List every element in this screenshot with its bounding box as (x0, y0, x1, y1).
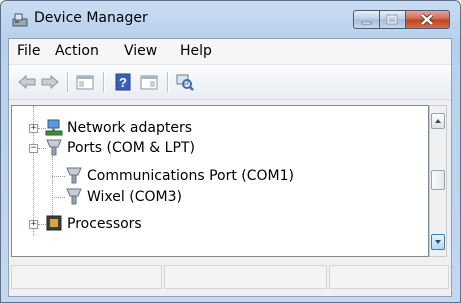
tree-item-wixel[interactable]: Wixel (COM3) (87, 187, 182, 207)
tree-item-com1[interactable]: Communications Port (COM1) (87, 166, 294, 186)
chevron-up-icon (435, 119, 441, 123)
network-adapter-icon (45, 119, 63, 136)
collapse-toggle[interactable]: − (29, 144, 38, 153)
menu-action[interactable]: Action (55, 43, 99, 59)
minus-icon: − (30, 143, 37, 153)
scroll-up-button[interactable] (431, 113, 445, 129)
tree-item-processors[interactable]: Processors (67, 214, 142, 234)
svg-text:?: ? (119, 75, 127, 90)
show-hide-console-tree-icon[interactable] (75, 73, 95, 91)
close-button[interactable] (406, 10, 450, 29)
menu-file[interactable]: File (17, 43, 40, 59)
status-pane (164, 265, 327, 289)
port-connector-icon (66, 188, 82, 205)
tree-line (52, 156, 53, 216)
back-arrow-icon[interactable] (17, 73, 37, 91)
status-pane (329, 265, 449, 289)
minimize-button[interactable] (353, 10, 380, 29)
tree-item-label: Wixel (COM3) (87, 189, 182, 205)
expand-toggle[interactable]: + (29, 220, 38, 229)
device-manager-icon (12, 13, 28, 27)
tree-item-network-adapters[interactable]: Network adapters (67, 118, 192, 138)
scroll-down-button[interactable] (431, 234, 445, 250)
vertical-scrollbar[interactable] (429, 105, 447, 257)
tree-line (52, 197, 65, 198)
processor-chip-icon (46, 215, 62, 231)
scrollbar-thumb[interactable] (431, 170, 445, 190)
port-connector-icon (66, 167, 82, 184)
device-manager-window: Device Manager File Action View Help ? +… (0, 0, 461, 303)
tree-item-label: Ports (COM & LPT) (67, 140, 195, 156)
properties-pane-icon[interactable] (139, 73, 159, 91)
toolbar-separator (103, 72, 104, 92)
expand-toggle[interactable]: + (29, 124, 38, 133)
tree-line (52, 176, 65, 177)
device-tree[interactable]: + Network adapters − Ports (COM & LPT) C… (11, 105, 429, 257)
plus-icon: + (30, 123, 37, 133)
maximize-button[interactable] (380, 10, 406, 29)
tree-item-label: Processors (67, 216, 142, 232)
help-icon[interactable]: ? (113, 73, 133, 91)
plus-icon: + (30, 219, 37, 229)
minimize-icon (361, 21, 372, 25)
toolbar-separator (67, 72, 68, 92)
forward-arrow-icon[interactable] (40, 73, 60, 91)
port-connector-icon (46, 139, 62, 156)
menu-help[interactable]: Help (180, 43, 212, 59)
status-bar (11, 263, 449, 291)
close-icon (420, 13, 434, 26)
toolbar-separator (167, 72, 168, 92)
menu-bar: File Action View Help (9, 39, 451, 65)
title-bar[interactable]: Device Manager (1, 1, 460, 37)
scan-hardware-icon[interactable] (175, 73, 195, 91)
tree-item-label: Network adapters (67, 120, 192, 136)
toolbar: ? (9, 65, 451, 100)
tree-item-ports[interactable]: Ports (COM & LPT) (67, 138, 195, 158)
maximize-icon (386, 14, 398, 25)
menu-view[interactable]: View (124, 43, 157, 59)
chevron-down-icon (435, 240, 441, 244)
window-title: Device Manager (34, 10, 148, 26)
tree-item-label: Communications Port (COM1) (87, 168, 294, 184)
status-pane (11, 265, 162, 289)
client-area: File Action View Help ? + Network adapte… (8, 38, 452, 297)
